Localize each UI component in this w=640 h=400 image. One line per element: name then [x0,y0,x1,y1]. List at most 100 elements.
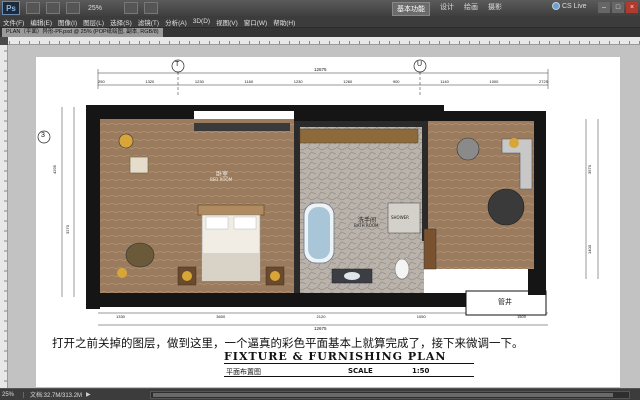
top-dim: 250 [98,79,105,84]
top-dim: 1160 [244,79,254,84]
minimize-button[interactable]: – [598,2,610,13]
menu-select[interactable]: 选择(S) [107,17,135,27]
top-dim: 900 [392,79,400,84]
window-controls: – □ × [598,2,638,13]
screen-mode-button[interactable] [144,2,158,14]
grid-label-u: U [417,61,423,68]
arrange-documents-button[interactable] [124,2,138,14]
vanity-counter [299,128,419,144]
menu-view[interactable]: 视图(V) [213,17,241,27]
top-dim: 1260 [343,79,353,84]
toilet [394,258,410,280]
lamp-icon [182,271,192,281]
right-dim-2: 1400 [586,245,592,254]
scale-value: 1:50 [412,367,430,375]
armchair [129,156,149,174]
grid-label-t: T [175,61,180,68]
menu-help[interactable]: 帮助(H) [270,17,298,27]
photoshop-window: Ps 25% 基本功能 设计 绘画 摄影 CS Live – □ × 文件(F)… [0,0,640,400]
status-bar: 25% 文档:32.7M/313.2M ▶ [0,388,640,400]
scale-label: SCALE [348,367,373,375]
bottom-dimensions: 1330 3600 2120 1050 1500 [116,314,526,319]
workspace-photography[interactable]: 摄影 [488,2,502,16]
mini-bridge-button[interactable] [46,2,60,14]
bottom-dim: 1330 [116,314,125,319]
headboard [197,204,265,216]
menu-image[interactable]: 图像(I) [55,17,80,27]
top-dim: 1230 [293,79,303,84]
room-label-bathroom-en: BATH ROOM [354,223,379,228]
tv-cabinet [194,123,290,131]
menu-file[interactable]: 文件(F) [0,17,27,27]
bed-throw [202,253,260,281]
horizontal-ruler[interactable] [8,37,640,45]
cs-live-icon [552,2,560,10]
maximize-button[interactable]: □ [612,2,624,13]
close-button[interactable]: × [626,2,638,13]
wardrobe [423,228,437,270]
top-dim: 1230 [194,79,204,84]
status-menu-arrow-icon[interactable]: ▶ [86,391,91,398]
document-tab[interactable]: PLAN（平面）异形-PF.psd @ 25% (POP纸绘图, 副本, RGB… [2,28,163,37]
bathroom-top-wall [294,121,424,127]
bathtub-water [308,207,330,259]
workspace-painting[interactable]: 绘画 [464,2,478,16]
menu-bar: 文件(F) 编辑(E) 图像(I) 图层(L) 选择(S) 滤镜(T) 分析(A… [0,16,640,28]
lamp-icon [509,138,519,148]
left-wall [86,105,100,309]
round-coffee-table [487,188,525,226]
top-wall-left [94,105,194,119]
top-wall-right [294,105,444,121]
title-underline [224,376,474,377]
menu-filter[interactable]: 滤镜(T) [135,17,162,27]
room-label-shower: SHOWER [391,215,409,220]
zoom-level-select[interactable]: 25% [88,5,118,12]
view-extras-button[interactable] [66,2,80,14]
pillow-left [205,216,229,230]
vertical-ruler[interactable] [0,45,8,388]
title-bar: Ps 25% 基本功能 设计 绘画 摄影 CS Live – □ × [0,0,640,16]
lamp-icon [118,133,134,149]
column [528,269,546,295]
bottom-dim: 3600 [216,314,226,319]
left-dim-2: 3270 [64,225,70,234]
document-canvas[interactable]: 卧室 BED ROOM 洗手间 BATH ROOM SHOWER 管井 T U … [8,45,640,388]
bottom-dim: 1050 [416,314,426,319]
horizontal-scrollbar[interactable] [150,391,630,399]
menu-analysis[interactable]: 分析(A) [162,17,190,27]
photoshop-logo-icon: Ps [2,1,20,15]
bottom-dim: 1500 [517,314,526,319]
cs-live-label: CS Live [562,2,587,10]
top-wall-lounge [444,111,546,121]
grid-label-3: 3 [41,132,45,139]
room-label-bedroom-en: BED ROOM [210,177,233,182]
top-wall-mid [194,105,294,111]
cs-live-button[interactable]: CS Live [552,2,587,10]
room-label-pipe-shaft: 管井 [498,298,512,306]
menu-layer[interactable]: 图层(L) [80,17,107,27]
status-zoom-field[interactable]: 25% [0,391,24,398]
workspace-design[interactable]: 设计 [440,2,454,16]
lounge-armchair [456,137,480,161]
lamp-icon [117,268,127,278]
top-dim: 1320 [145,79,155,84]
basin [344,272,360,280]
lounge-chair [125,242,155,268]
bottom-dim: 2120 [316,314,326,319]
drawing-sheet: 卧室 BED ROOM 洗手间 BATH ROOM SHOWER 管井 T U … [36,57,620,387]
menu-window[interactable]: 窗口(W) [241,17,270,27]
top-dim: 1000 [489,79,499,84]
bridge-button[interactable] [26,2,40,14]
tutorial-caption: 打开之前关掉的图层，做到这里，一个逼真的彩色平面基本上就算完成了，接下来微调一下… [52,336,524,350]
top-dim: 1140 [440,79,449,84]
pillow-right [233,216,257,230]
menu-edit[interactable]: 编辑(E) [27,17,55,27]
bathroom-right-wall [422,121,428,241]
top-total-dimension: 12675 [314,67,327,72]
scrollbar-thumb[interactable] [153,393,613,397]
menu-3d[interactable]: 3D(D) [190,18,213,25]
top-dim: 2725 [539,79,548,84]
document-tab-bar: PLAN（平面）异形-PF.psd @ 25% (POP纸绘图, 副本, RGB… [0,28,640,37]
workspace-switcher: 基本功能 设计 绘画 摄影 [392,2,502,16]
workspace-essentials[interactable]: 基本功能 [392,2,430,16]
